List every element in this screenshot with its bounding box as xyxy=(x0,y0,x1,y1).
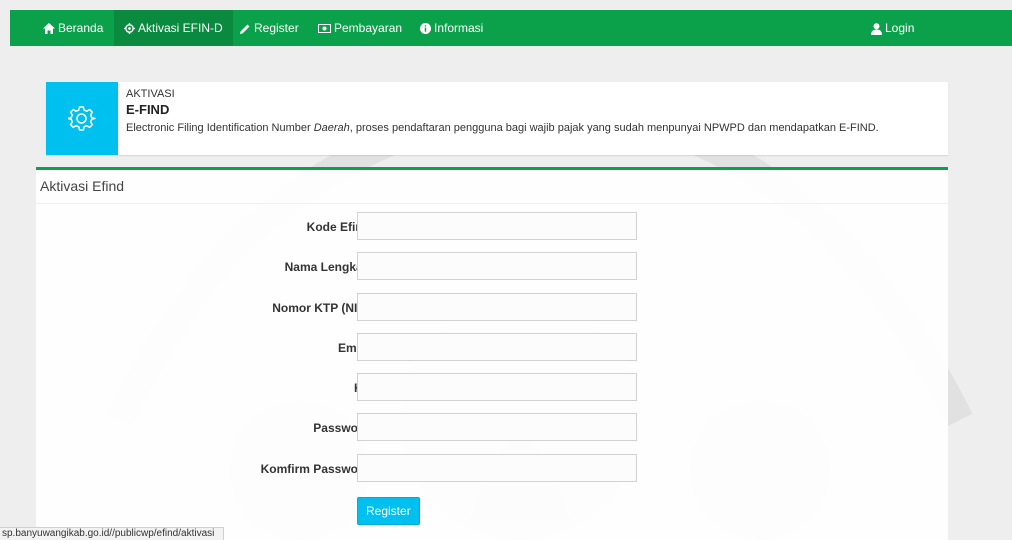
nav-item-login[interactable]: Login xyxy=(871,10,914,46)
info-small-label: AKTIVASI xyxy=(126,88,175,100)
gear-icon xyxy=(68,105,96,131)
label-kode-efind: Kode Efind xyxy=(306,220,370,234)
label-hp: Hp xyxy=(170,381,370,395)
kode-efind-input[interactable] xyxy=(357,212,637,240)
info-banner: AKTIVASI E-FIND Electronic Filing Identi… xyxy=(46,82,948,155)
info-title: E-FIND xyxy=(126,102,170,117)
nav-item-informasi[interactable]: Informasi xyxy=(420,10,483,46)
nav-item-aktivasi-efin-d[interactable]: Aktivasi EFIN-D xyxy=(114,10,233,46)
nomor-ktp-input[interactable] xyxy=(357,293,637,321)
status-bar-url: sp.banyuwangikab.go.id//publicwp/efind/a… xyxy=(0,527,224,540)
email-input[interactable] xyxy=(357,333,637,361)
info-icon xyxy=(420,23,431,35)
top-navbar: Beranda Aktivasi EFIN-D Register Pembaya… xyxy=(10,10,1012,46)
label-password: Password xyxy=(313,421,370,435)
nav-label: Login xyxy=(885,21,915,35)
nav-label: Informasi xyxy=(434,21,484,35)
nav-item-beranda[interactable]: Beranda xyxy=(43,10,103,46)
home-icon xyxy=(43,23,55,35)
aktivasi-form-panel: Aktivasi Efind Kode Efind Nama Lengkap N… xyxy=(36,167,948,540)
nav-label: Register xyxy=(254,21,299,35)
label-komfirm-password: Komfirm Password xyxy=(260,462,370,476)
gear-icon xyxy=(124,23,135,35)
pencil-icon xyxy=(239,23,251,35)
hp-input[interactable] xyxy=(357,373,637,401)
nav-item-pembayaran[interactable]: Pembayaran xyxy=(318,10,402,46)
password-input[interactable] xyxy=(357,413,637,441)
komfirm-password-input[interactable] xyxy=(357,454,637,482)
label-nama-lengkap: Nama Lengkap xyxy=(284,260,370,274)
panel-header: Aktivasi Efind xyxy=(36,170,948,204)
register-button[interactable]: Register xyxy=(357,497,420,525)
nav-label: Beranda xyxy=(58,21,104,35)
info-icon-container xyxy=(46,82,118,155)
nav-label: Pembayaran xyxy=(334,21,403,35)
label-nomor-ktp: Nomor KTP (NIK) xyxy=(272,301,370,315)
nav-label: Aktivasi EFIN-D xyxy=(138,21,223,35)
nav-item-register[interactable]: Register xyxy=(239,10,299,46)
page: Beranda Aktivasi EFIN-D Register Pembaya… xyxy=(0,0,1012,540)
nama-lengkap-input[interactable] xyxy=(357,252,637,280)
user-icon xyxy=(871,23,882,35)
panel-title: Aktivasi Efind xyxy=(40,178,125,194)
money-icon xyxy=(318,24,331,34)
info-description: Electronic Filing Identification Number … xyxy=(126,122,879,134)
label-email: Email xyxy=(337,341,370,355)
